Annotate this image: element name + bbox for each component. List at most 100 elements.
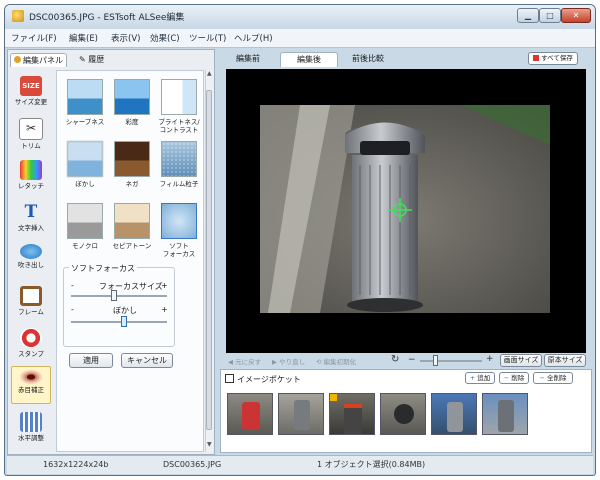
menu-effects[interactable]: 効果(C)	[150, 32, 180, 44]
menu-tools[interactable]: ツール(T)	[189, 32, 226, 44]
close-button[interactable]: ✕	[561, 8, 591, 23]
image-pocket-header: イメージポケット	[225, 374, 301, 385]
effect-film-grain[interactable]: フィルム粒子	[157, 141, 201, 188]
tool-resize[interactable]: SIZE サイズ変更	[11, 72, 51, 110]
menu-help[interactable]: ヘルプ(H)	[234, 32, 273, 44]
window-title: DSC00365.JPG - ESTsoft ALSee編集	[29, 13, 185, 23]
app-icon	[12, 10, 24, 22]
effect-label: セピアトーン	[112, 242, 152, 250]
pencil-icon: ✎	[79, 55, 86, 64]
original-size-button[interactable]: 原本サイズ	[544, 354, 586, 367]
effect-soft-focus[interactable]: ソフト フォーカス	[157, 203, 201, 258]
tab-before[interactable]: 編集前	[222, 52, 274, 66]
edit-panel: 編集パネル ✎ 履歴 SIZE サイズ変更 ✂ トリム レタッチ T 文字挿入	[7, 49, 215, 455]
edited-photo[interactable]	[260, 105, 550, 313]
scroll-down-icon[interactable]: ▼	[207, 442, 212, 448]
minimize-button[interactable]: ▁	[517, 8, 539, 23]
effect-label: モノクロ	[72, 242, 98, 250]
pocket-thumbnail[interactable]	[431, 393, 477, 435]
tool-level-label: 水平調整	[18, 434, 44, 442]
rotate-icon[interactable]: ↻	[391, 354, 399, 365]
image-canvas[interactable]	[226, 69, 586, 353]
focus-size-track	[71, 295, 167, 297]
blur-label: ぼかし	[113, 306, 137, 315]
scroll-up-icon[interactable]: ▲	[207, 71, 212, 77]
tab-history[interactable]: ✎ 履歴	[76, 53, 107, 66]
tab-after[interactable]: 編集後	[280, 52, 338, 67]
pocket-add-button[interactable]: + 追加	[465, 372, 495, 384]
effect-monochrome[interactable]: モノクロ	[63, 203, 107, 250]
pocket-thumbnail[interactable]	[380, 393, 426, 435]
effect-thumbnail	[161, 141, 197, 177]
tool-text-label: 文字挿入	[18, 224, 44, 232]
left-scrollbar[interactable]: ▲ ▼	[205, 70, 213, 452]
tab-edit-panel-label: 編集パネル	[23, 56, 63, 65]
tool-retouch-label: レタッチ	[18, 182, 44, 190]
effect-brightness-contrast[interactable]: ブライトネス/ コントラスト	[157, 79, 201, 134]
apply-button[interactable]: 適用	[69, 353, 113, 368]
menu-view[interactable]: 表示(V)	[111, 32, 140, 44]
title-bar: DSC00365.JPG - ESTsoft ALSee編集 ▁ □ ✕	[5, 5, 595, 29]
tool-frame-label: フレーム	[18, 308, 44, 316]
reset-edits-button[interactable]: ⟲ 編集初期化	[316, 356, 356, 366]
tool-retouch[interactable]: レタッチ	[11, 156, 51, 194]
tool-balloon[interactable]: 吹き出し	[11, 240, 51, 278]
status-bar: 1632x1224x24b DSC00365.JPG 1 オブジェクト選択(0.…	[7, 455, 593, 474]
effect-thumbnail	[161, 203, 197, 239]
tool-level[interactable]: 水平調整	[11, 408, 51, 446]
tool-stamp[interactable]: スタンプ	[11, 324, 51, 362]
effect-sharpness[interactable]: シャープネス	[63, 79, 107, 126]
blur-minus: -	[71, 305, 74, 314]
effect-saturation[interactable]: 彩度	[110, 79, 154, 126]
fit-screen-button[interactable]: 画面サイズ	[500, 354, 542, 367]
effect-sepia[interactable]: セピアトーン	[110, 203, 154, 250]
trash-can-photo	[260, 105, 550, 313]
undo-button[interactable]: ◀ 元に戻す	[228, 356, 261, 366]
effect-negative[interactable]: ネガ	[110, 141, 154, 188]
focus-size-label: フォーカスサイズ	[99, 282, 163, 291]
size-icon: SIZE	[20, 76, 42, 96]
tool-column: SIZE サイズ変更 ✂ トリム レタッチ T 文字挿入 吹き出し フレーム ス…	[11, 70, 53, 452]
tool-frame[interactable]: フレーム	[11, 282, 51, 320]
effect-label: ぼかし	[75, 180, 95, 188]
zoom-in-button[interactable]: +	[486, 354, 494, 364]
scroll-thumb[interactable]	[206, 90, 212, 430]
pocket-delete-label: 削除	[511, 374, 525, 382]
pocket-thumbnail[interactable]	[278, 393, 324, 435]
effect-thumbnail	[161, 79, 197, 115]
cancel-button[interactable]: キャンセル	[121, 353, 173, 368]
tool-trim[interactable]: ✂ トリム	[11, 114, 51, 152]
status-selection: 1 オブジェクト選択(0.84MB)	[317, 460, 426, 469]
pocket-thumbnail[interactable]	[329, 393, 375, 435]
effect-blur[interactable]: ぼかし	[63, 141, 107, 188]
stamp-icon	[20, 328, 42, 348]
grid-icon	[20, 412, 42, 432]
pocket-thumbnail[interactable]	[227, 393, 273, 435]
pocket-delete-button[interactable]: − 削除	[499, 372, 529, 384]
zoom-out-button[interactable]: −	[408, 355, 416, 365]
blur-track	[71, 321, 167, 323]
save-all-button[interactable]: すべて保存	[528, 52, 578, 65]
tool-text[interactable]: T 文字挿入	[11, 198, 51, 236]
tab-edit-panel[interactable]: 編集パネル	[10, 53, 67, 67]
effect-label: フィルム粒子	[159, 180, 199, 188]
pocket-add-label: 追加	[477, 374, 491, 382]
color-swatch-icon	[20, 160, 42, 180]
redo-icon: ▶	[272, 358, 277, 366]
menu-edit[interactable]: 編集(E)	[69, 32, 98, 44]
preview-panel: 編集前 編集後 前後比較 すべて保存 ◀ 元に戻す ▶ やり直し ⟲ 編集初期化…	[218, 49, 594, 455]
tab-compare[interactable]: 前後比較	[342, 52, 394, 66]
effect-thumbnail	[114, 141, 150, 177]
tool-redeye[interactable]: 赤目補正	[11, 366, 51, 404]
zoom-slider[interactable]	[433, 355, 438, 366]
pocket-delete-all-button[interactable]: − 全削除	[533, 372, 573, 384]
focus-size-slider[interactable]	[111, 290, 118, 301]
menu-file[interactable]: ファイル(F)	[11, 32, 57, 44]
redo-button[interactable]: ▶ やり直し	[272, 356, 305, 366]
undo-label: 元に戻す	[235, 358, 262, 366]
blur-slider[interactable]	[120, 316, 127, 327]
text-t-icon: T	[24, 202, 38, 222]
effect-thumbnail	[114, 79, 150, 115]
pocket-thumbnail[interactable]	[482, 393, 528, 435]
maximize-button[interactable]: □	[539, 8, 561, 23]
